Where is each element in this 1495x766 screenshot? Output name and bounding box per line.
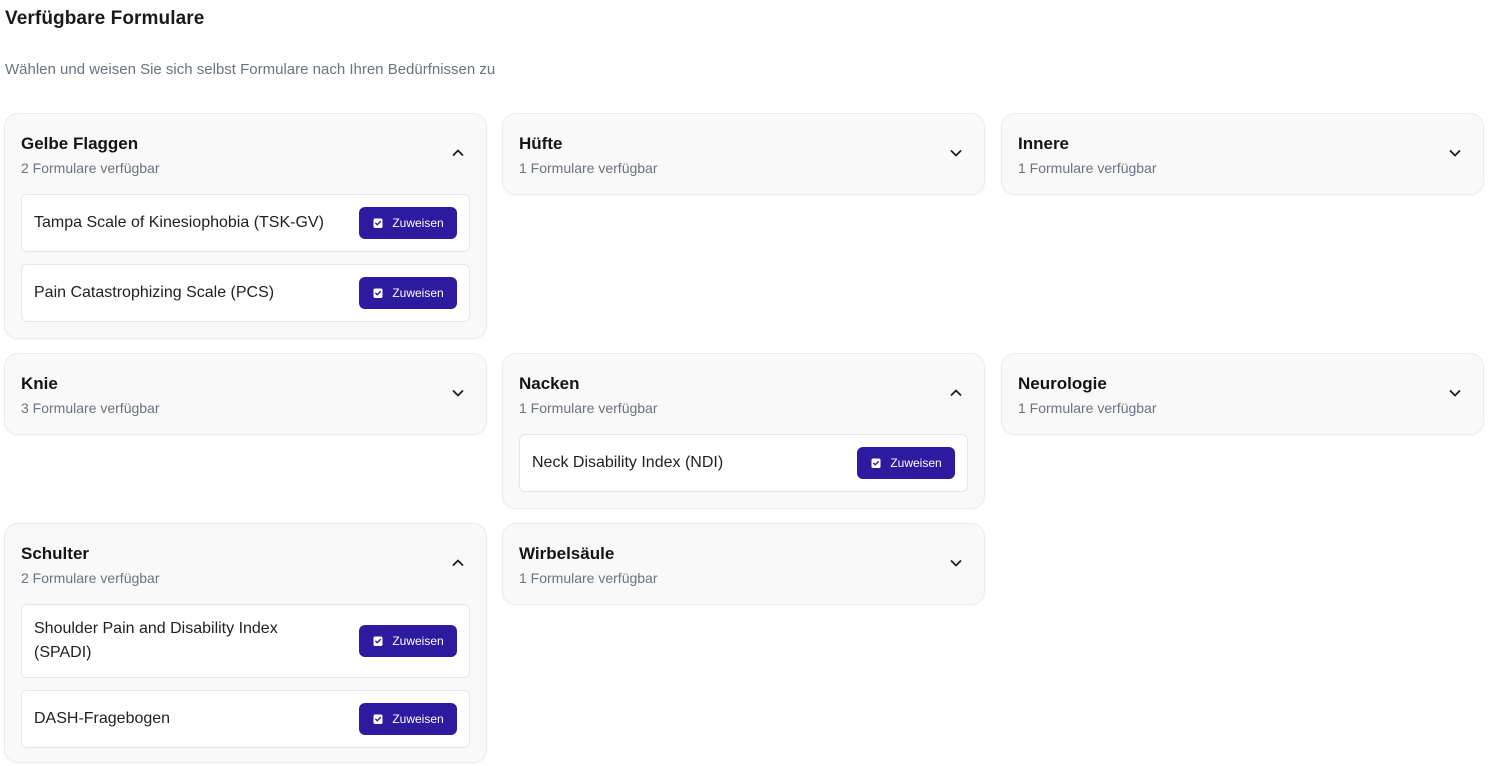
assign-button[interactable]: Zuweisen xyxy=(359,207,457,239)
category-count: 3 Formulare verfügbar xyxy=(21,400,160,416)
form-list: Neck Disability Index (NDI) Zuweisen xyxy=(503,434,984,508)
category-card-innere: Innere 1 Formulare verfügbar xyxy=(1001,113,1484,195)
form-item: Pain Catastrophizing Scale (PCS) Zuweise… xyxy=(21,264,470,322)
category-count: 2 Formulare verfügbar xyxy=(21,570,160,586)
assign-button[interactable]: Zuweisen xyxy=(359,625,457,657)
assign-button-label: Zuweisen xyxy=(890,456,942,470)
category-card-schulter: Schulter 2 Formulare verfügbar Shoulder … xyxy=(4,523,487,763)
assign-button-label: Zuweisen xyxy=(392,712,444,726)
category-count: 1 Formulare verfügbar xyxy=(519,570,658,586)
chevron-down-icon[interactable] xyxy=(948,555,964,571)
clipboard-check-icon xyxy=(870,457,882,469)
category-title: Hüfte xyxy=(519,134,563,153)
category-header[interactable]: Gelbe Flaggen 2 Formulare verfügbar xyxy=(5,114,486,194)
clipboard-check-icon xyxy=(372,287,384,299)
category-title: Nacken xyxy=(519,374,580,393)
category-card-huefte: Hüfte 1 Formulare verfügbar xyxy=(502,113,985,195)
form-name: Neck Disability Index (NDI) xyxy=(532,454,724,471)
assign-button-label: Zuweisen xyxy=(392,286,444,300)
form-name: Tampa Scale of Kinesiophobia (TSK-GV) xyxy=(34,214,324,231)
form-name: Shoulder Pain and Disability Index (SPAD… xyxy=(34,620,278,661)
chevron-down-icon[interactable] xyxy=(1447,385,1463,401)
category-title: Knie xyxy=(21,374,58,393)
form-item: Shoulder Pain and Disability Index (SPAD… xyxy=(21,604,470,678)
category-count: 1 Formulare verfügbar xyxy=(519,400,658,416)
page-subtitle: Wählen und weisen Sie sich selbst Formul… xyxy=(5,61,496,78)
clipboard-check-icon xyxy=(372,217,384,229)
category-card-gelbe-flaggen: Gelbe Flaggen 2 Formulare verfügbar Tamp… xyxy=(4,113,487,339)
page-title: Verfügbare Formulare xyxy=(5,8,205,29)
chevron-down-icon[interactable] xyxy=(450,385,466,401)
category-header[interactable]: Knie 3 Formulare verfügbar xyxy=(5,354,486,434)
assign-button-label: Zuweisen xyxy=(392,634,444,648)
chevron-up-icon[interactable] xyxy=(450,145,466,161)
clipboard-check-icon xyxy=(372,635,384,647)
chevron-down-icon[interactable] xyxy=(948,145,964,161)
category-header[interactable]: Hüfte 1 Formulare verfügbar xyxy=(503,114,984,194)
form-item: Neck Disability Index (NDI) Zuweisen xyxy=(519,434,968,492)
category-card-wirbelsaeule: Wirbelsäule 1 Formulare verfügbar xyxy=(502,523,985,605)
assign-button[interactable]: Zuweisen xyxy=(359,703,457,735)
form-name: DASH-Fragebogen xyxy=(34,710,171,727)
category-count: 1 Formulare verfügbar xyxy=(1018,400,1157,416)
category-count: 1 Formulare verfügbar xyxy=(519,160,658,176)
category-header[interactable]: Innere 1 Formulare verfügbar xyxy=(1002,114,1483,194)
category-title: Gelbe Flaggen xyxy=(21,134,139,153)
form-name: Pain Catastrophizing Scale (PCS) xyxy=(34,284,275,301)
assign-button[interactable]: Zuweisen xyxy=(857,447,955,479)
category-header[interactable]: Schulter 2 Formulare verfügbar xyxy=(5,524,486,604)
category-card-nacken: Nacken 1 Formulare verfügbar Neck Disabi… xyxy=(502,353,985,509)
category-count: 2 Formulare verfügbar xyxy=(21,160,160,176)
category-card-neurologie: Neurologie 1 Formulare verfügbar xyxy=(1001,353,1484,435)
chevron-up-icon[interactable] xyxy=(450,555,466,571)
category-title: Innere xyxy=(1018,134,1070,153)
form-item: Tampa Scale of Kinesiophobia (TSK-GV) Zu… xyxy=(21,194,470,252)
assign-button-label: Zuweisen xyxy=(392,216,444,230)
clipboard-check-icon xyxy=(372,713,384,725)
form-list: Shoulder Pain and Disability Index (SPAD… xyxy=(5,604,486,762)
form-list: Tampa Scale of Kinesiophobia (TSK-GV) Zu… xyxy=(5,194,486,338)
category-title: Schulter xyxy=(21,544,90,563)
category-header[interactable]: Nacken 1 Formulare verfügbar xyxy=(503,354,984,434)
category-header[interactable]: Wirbelsäule 1 Formulare verfügbar xyxy=(503,524,984,604)
form-item: DASH-Fragebogen Zuweisen xyxy=(21,690,470,748)
category-title: Neurologie xyxy=(1018,374,1107,393)
chevron-up-icon[interactable] xyxy=(948,385,964,401)
chevron-down-icon[interactable] xyxy=(1447,145,1463,161)
category-title: Wirbelsäule xyxy=(519,544,615,563)
category-header[interactable]: Neurologie 1 Formulare verfügbar xyxy=(1002,354,1483,434)
category-count: 1 Formulare verfügbar xyxy=(1018,160,1157,176)
category-card-knie: Knie 3 Formulare verfügbar xyxy=(4,353,487,435)
assign-button[interactable]: Zuweisen xyxy=(359,277,457,309)
